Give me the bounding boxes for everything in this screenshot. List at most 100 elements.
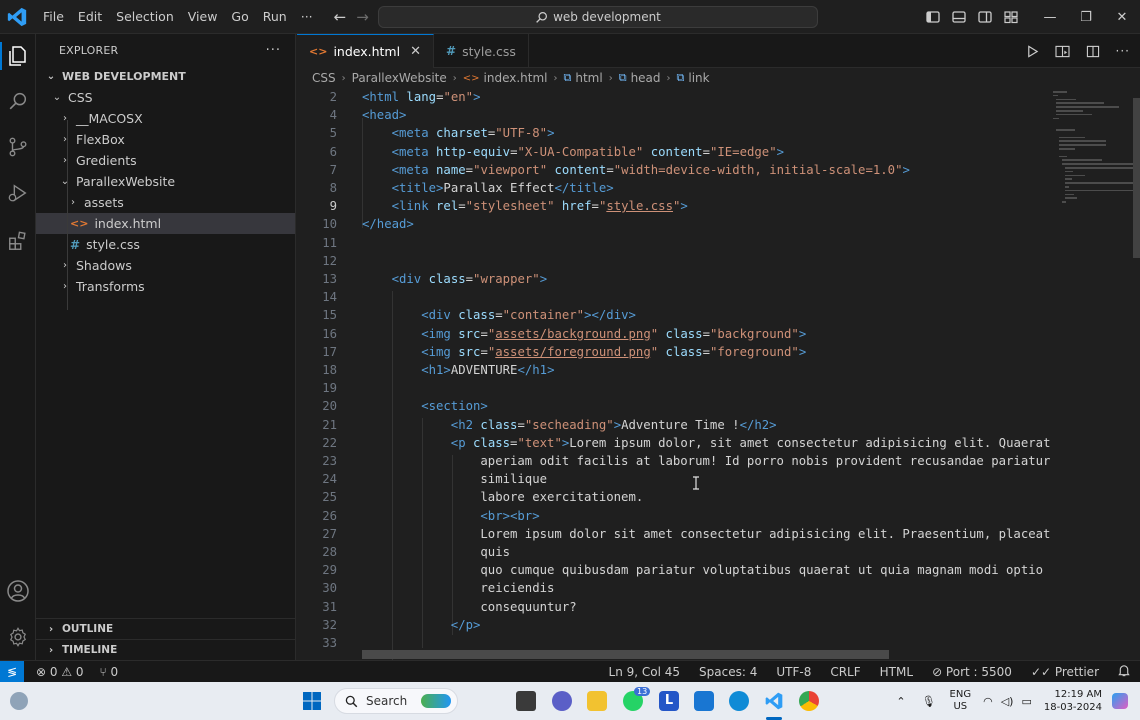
toggle-secondary-sidebar-icon[interactable] (978, 10, 992, 24)
tree-item-label: Shadows (76, 258, 132, 273)
tree-item-label: FlexBox (76, 132, 125, 147)
language-mode[interactable]: HTML (880, 665, 913, 679)
taskbar-search[interactable]: Search (334, 688, 458, 714)
tree-item[interactable]: › __MACOSX (36, 108, 295, 129)
show-hidden-icons[interactable]: ⌃ (896, 695, 905, 708)
vertical-scrollbar[interactable] (1133, 98, 1140, 258)
vscode-logo-icon (7, 7, 27, 26)
back-arrow-icon[interactable]: ← (334, 8, 347, 26)
code-line: 18 <h1>ADVENTURE</h1> (297, 363, 1057, 381)
breadcrumb-item[interactable]: index.html (484, 71, 548, 85)
workspace-root[interactable]: ⌄ WEB DEVELOPMENT (36, 66, 295, 87)
explorer-more-button[interactable]: ··· (266, 43, 281, 58)
windows-start-icon[interactable] (302, 691, 322, 711)
tree-item[interactable]: › Gredients (36, 150, 295, 171)
breadcrumb-item[interactable]: CSS (312, 71, 336, 85)
prettier-status[interactable]: ✓✓ Prettier (1031, 665, 1099, 679)
menu-item[interactable]: Selection (109, 9, 181, 24)
widgets-icon[interactable] (10, 692, 28, 710)
run-icon[interactable] (1026, 44, 1039, 58)
vscode-taskbar-icon[interactable] (764, 691, 784, 711)
breadcrumb-item[interactable]: html (575, 71, 602, 85)
battery-icon[interactable]: ▭ (1021, 695, 1031, 708)
menu-item[interactable]: ··· (294, 9, 320, 24)
tree-item[interactable]: › assets (36, 192, 295, 213)
minimap[interactable] (1049, 88, 1135, 228)
tab-style-css[interactable]: # style.css (434, 34, 529, 68)
wifi-icon[interactable]: ◠ (983, 695, 993, 708)
end-of-line[interactable]: CRLF (830, 665, 860, 679)
close-tab-icon[interactable]: ✕ (410, 44, 421, 59)
forward-arrow-icon[interactable]: → (356, 8, 369, 26)
tree-item[interactable]: ⌄ CSS (36, 87, 295, 108)
tree-item[interactable]: › Shadows (36, 255, 295, 276)
horizontal-scrollbar[interactable] (362, 650, 889, 659)
code-token: rel (428, 199, 459, 214)
file-tree: ⌄ CSS › __MACOSX › FlexBox › Gredients ⌄ Parallex… (36, 87, 295, 297)
remote-indicator-icon[interactable]: ≶ (0, 660, 24, 683)
split-editor-icon[interactable] (1086, 45, 1100, 58)
account-icon[interactable] (5, 578, 31, 604)
app-l-icon[interactable]: L (659, 691, 679, 711)
code-text: <img src="assets/foreground.png" class="… (421, 345, 806, 359)
outline-section[interactable]: › OUTLINE (36, 618, 296, 639)
tree-item[interactable]: <> index.html (36, 213, 295, 234)
problems-status[interactable]: ⊗ 0 ⚠ 0 (36, 665, 84, 679)
encoding[interactable]: UTF-8 (776, 665, 811, 679)
breadcrumb: CSS › ParallexWebsite › <> index.html › … (297, 68, 1140, 88)
open-preview-icon[interactable] (1054, 45, 1070, 58)
close-button[interactable]: ✕ (1104, 10, 1140, 25)
code-token: "foreground" (709, 344, 799, 359)
chrome-icon[interactable] (799, 691, 819, 711)
microphone-icon[interactable]: 🎙 (922, 695, 936, 708)
toggle-panel-icon[interactable] (952, 10, 966, 24)
ports-status[interactable]: ⑂ 0 (100, 665, 119, 679)
edge-browser-icon[interactable] (729, 691, 749, 711)
breadcrumb-item[interactable]: link (688, 71, 709, 85)
indentation[interactable]: Spaces: 4 (699, 665, 757, 679)
menu-item[interactable]: Edit (71, 9, 109, 24)
breadcrumb-item[interactable]: ParallexWebsite (352, 71, 447, 85)
customize-layout-icon[interactable] (1004, 10, 1018, 24)
code-editor[interactable]: 2 <html lang="en"> 4 <head> 5 <meta charset="… (297, 88, 1140, 660)
toggle-primary-sidebar-icon[interactable] (926, 10, 940, 24)
more-actions-button[interactable]: ··· (1116, 44, 1130, 58)
command-center-search[interactable]: web development (378, 6, 818, 28)
code-line: 16 <img src="assets/background.png" class… (297, 327, 1057, 345)
menu-item[interactable]: File (36, 9, 71, 24)
timeline-section[interactable]: › TIMELINE (36, 639, 296, 660)
source-control-icon[interactable] (5, 134, 31, 160)
file-explorer-icon[interactable] (587, 691, 607, 711)
minimize-button[interactable]: — (1032, 10, 1068, 25)
system-tray: ⌃ 🎙 ENG US ◠ ◁) ▭ 12:19 AM 18-03-2024 (896, 682, 1140, 720)
tree-item[interactable]: › FlexBox (36, 129, 295, 150)
language-indicator[interactable]: ENG US (950, 689, 972, 713)
line-number: 28 (322, 545, 337, 559)
settings-gear-icon[interactable] (5, 624, 31, 650)
code-line: 12 (297, 254, 1057, 272)
explorer-icon[interactable] (5, 43, 31, 69)
cursor-position[interactable]: Ln 9, Col 45 (609, 665, 681, 679)
search-icon[interactable] (5, 88, 31, 114)
extensions-icon[interactable] (5, 228, 31, 254)
store-icon[interactable] (694, 691, 714, 711)
clock[interactable]: 12:19 AM 18-03-2024 (1044, 688, 1102, 714)
html-file-icon: <> (70, 217, 89, 230)
tree-item[interactable]: › Transforms (36, 276, 295, 297)
breadcrumb-item[interactable]: head (631, 71, 661, 85)
volume-icon[interactable]: ◁) (1001, 695, 1014, 708)
teams-chat-icon[interactable] (552, 691, 572, 711)
menu-item[interactable]: Run (256, 9, 294, 24)
tab-index-html[interactable]: <> index.html ✕ (297, 34, 434, 68)
copilot-icon[interactable] (1112, 693, 1128, 709)
menu-item[interactable]: Go (224, 9, 255, 24)
run-debug-icon[interactable] (5, 180, 31, 206)
task-view-icon[interactable] (516, 691, 536, 711)
minimap-line (1059, 136, 1086, 139)
tree-item[interactable]: # style.css (36, 234, 295, 255)
notifications-bell-icon[interactable] (1118, 664, 1130, 680)
menu-item[interactable]: View (181, 9, 225, 24)
live-server-port[interactable]: ⊘ Port : 5500 (932, 665, 1012, 679)
tree-item[interactable]: ⌄ ParallexWebsite (36, 171, 295, 192)
restore-button[interactable]: ❐ (1068, 10, 1104, 25)
